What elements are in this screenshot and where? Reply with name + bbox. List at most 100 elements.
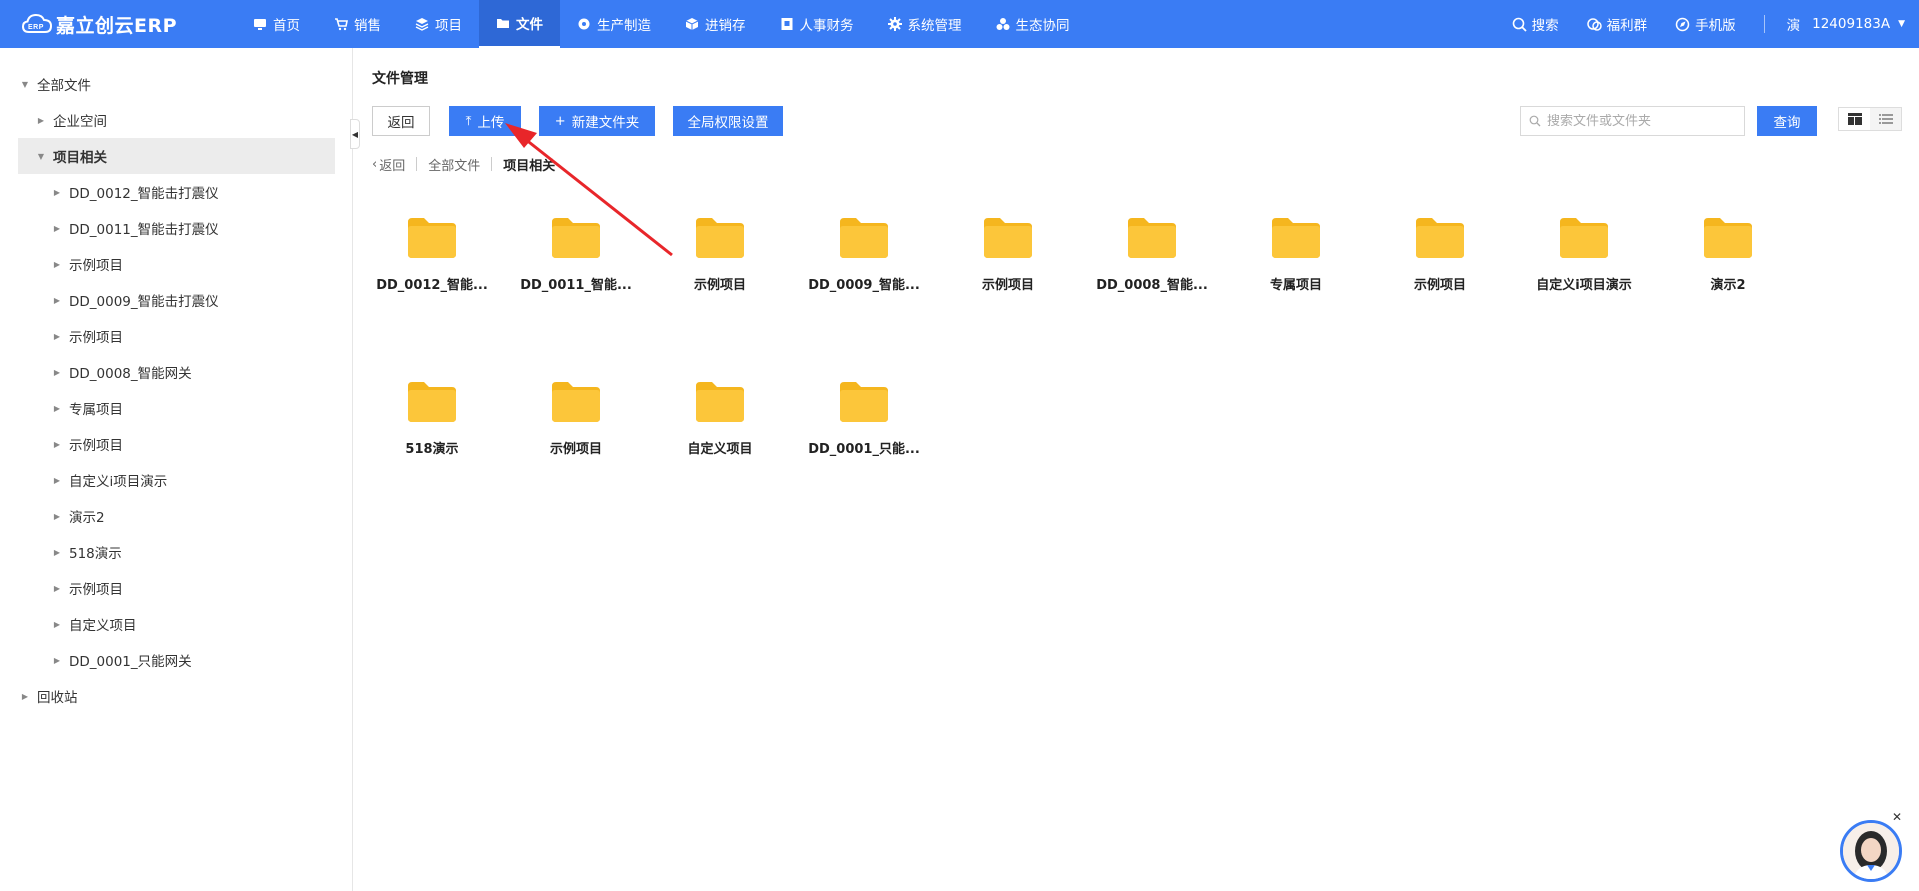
tree-item-project[interactable]: ▶ DD_0008_智能网关: [18, 354, 335, 390]
folder-item[interactable]: DD_0008_智能...: [1092, 216, 1212, 326]
caret-down-icon[interactable]: ▼: [18, 80, 32, 89]
nav-files[interactable]: 文件: [479, 0, 560, 48]
breadcrumb-root[interactable]: 全部文件: [428, 155, 480, 174]
caret-right-icon[interactable]: ▶: [50, 260, 64, 269]
caret-right-icon[interactable]: ▶: [50, 548, 64, 557]
caret-right-icon[interactable]: ▶: [50, 476, 64, 485]
folder-item[interactable]: DD_0012_智能...: [372, 216, 492, 326]
folder-item[interactable]: 示例项目: [1380, 216, 1500, 326]
sidebar-collapse-toggle[interactable]: ◀: [350, 119, 360, 149]
folder-icon: [552, 382, 600, 422]
list-view-button[interactable]: [1870, 108, 1901, 130]
folder-name: 示例项目: [693, 278, 746, 293]
caret-right-icon[interactable]: ▶: [34, 116, 48, 125]
caret-right-icon[interactable]: ▶: [50, 224, 64, 233]
tree-item-project[interactable]: ▶ 专属项目: [18, 390, 335, 426]
tree-item-project[interactable]: ▶ 演示2: [18, 498, 335, 534]
back-button[interactable]: 返回: [372, 106, 430, 136]
nav-label: 销售: [354, 18, 381, 34]
tree-item-recycle-bin[interactable]: ▶ 回收站: [18, 678, 335, 714]
tree-item-project[interactable]: ▶ 自定义i项目演示: [18, 462, 335, 498]
caret-right-icon[interactable]: ▶: [50, 404, 64, 413]
folder-icon: [1704, 218, 1752, 258]
assistant-avatar[interactable]: [1840, 820, 1902, 882]
tree-item-project[interactable]: ▶ DD_0009_智能击打震仪: [18, 282, 335, 318]
nav-project[interactable]: 项目: [398, 0, 479, 48]
nav-hr-finance[interactable]: 人事财务: [763, 0, 871, 48]
caret-right-icon[interactable]: ▶: [50, 368, 64, 377]
tree-label: 演示2: [69, 510, 105, 526]
folder-name: 示例项目: [549, 442, 602, 457]
folder-item[interactable]: 自定义i项目演示: [1524, 216, 1644, 326]
tree-item-project[interactable]: ▶ DD_0001_只能网关: [18, 642, 335, 678]
tree-item-enterprise-space[interactable]: ▶ 企业空间: [18, 102, 335, 138]
caret-right-icon[interactable]: ▶: [50, 620, 64, 629]
close-icon[interactable]: ✕: [1892, 810, 1902, 824]
nav-label: 文件: [516, 17, 543, 33]
mobile-version-button[interactable]: 手机版: [1675, 14, 1736, 34]
upload-icon: ⤒: [465, 113, 472, 129]
tree-item-project[interactable]: ▶ 示例项目: [18, 246, 335, 282]
folder-item[interactable]: DD_0009_智能...: [804, 216, 924, 326]
new-folder-button[interactable]: + 新建文件夹: [539, 106, 655, 136]
user-menu[interactable]: 演 12409183A ▼: [1787, 14, 1905, 34]
monitor-icon: [254, 19, 266, 30]
query-button[interactable]: 查询: [1757, 106, 1817, 136]
global-permissions-button[interactable]: 全局权限设置: [673, 106, 783, 136]
search-input[interactable]: [1547, 113, 1737, 129]
breadcrumb-current: 项目相关: [503, 158, 556, 174]
tree-item-project[interactable]: ▶ 518演示: [18, 534, 335, 570]
folder-icon: [696, 382, 744, 422]
nav-ecosystem[interactable]: 生态协同: [979, 0, 1087, 48]
tree-item-project[interactable]: ▶ DD_0011_智能击打震仪: [18, 210, 335, 246]
app-logo[interactable]: ERP 嘉立创云ERP: [22, 11, 177, 37]
folder-name: DD_0012_智能...: [376, 278, 488, 293]
folder-item[interactable]: DD_0011_智能...: [516, 216, 636, 326]
breadcrumb-back[interactable]: ‹ 返回: [372, 155, 405, 174]
caret-right-icon[interactable]: ▶: [50, 332, 64, 341]
folder-icon: [1272, 218, 1320, 258]
folder-item[interactable]: 自定义项目: [660, 380, 780, 490]
nav-inventory[interactable]: 进销存: [668, 0, 763, 48]
cart-icon: [335, 18, 348, 31]
tree-item-project[interactable]: ▶ 自定义项目: [18, 606, 335, 642]
tree-item-project[interactable]: ▶ 示例项目: [18, 426, 335, 462]
caret-right-icon[interactable]: ▶: [18, 692, 32, 701]
folder-item[interactable]: 示例项目: [516, 380, 636, 490]
folder-name: 演示2: [1710, 278, 1746, 293]
tree-item-project[interactable]: ▶ 示例项目: [18, 570, 335, 606]
nav-system[interactable]: 系统管理: [871, 0, 979, 48]
folder-item[interactable]: 专属项目: [1236, 216, 1356, 326]
welfare-group-button[interactable]: 福利群: [1586, 14, 1647, 34]
folder-item[interactable]: 518演示: [372, 380, 492, 490]
folder-icon: [984, 218, 1032, 258]
nav-manufacturing[interactable]: 生产制造: [560, 0, 668, 48]
folder-name: DD_0001_只能...: [808, 442, 920, 457]
caret-right-icon[interactable]: ▶: [50, 656, 64, 665]
id-card-icon: [781, 18, 792, 30]
tree-item-project[interactable]: ▶ DD_0012_智能击打震仪: [18, 174, 335, 210]
tree-item-all-files[interactable]: ▼ 全部文件: [18, 66, 335, 102]
tree-item-project[interactable]: ▶ 示例项目: [18, 318, 335, 354]
tree-item-project-related[interactable]: ▼ 项目相关: [18, 138, 335, 174]
top-right-tools: 搜索 福利群 手机版 演 12409183A ▼: [1512, 0, 1919, 48]
folder-item[interactable]: DD_0001_只能...: [804, 380, 924, 490]
grid-view-button[interactable]: [1839, 108, 1870, 130]
folder-item[interactable]: 示例项目: [660, 216, 780, 326]
caret-right-icon[interactable]: ▶: [50, 296, 64, 305]
caret-right-icon[interactable]: ▶: [50, 512, 64, 521]
nav-home[interactable]: 首页: [236, 0, 317, 48]
search-button[interactable]: 搜索: [1512, 14, 1559, 34]
nav-label: 生态协同: [1015, 18, 1070, 34]
tree-label: 示例项目: [69, 258, 123, 274]
caret-right-icon[interactable]: ▶: [50, 440, 64, 449]
cloud-logo-icon: ERP: [22, 13, 52, 33]
caret-down-icon[interactable]: ▼: [34, 152, 48, 161]
nav-sales[interactable]: 销售: [317, 0, 398, 48]
upload-button[interactable]: ⤒ 上传: [449, 106, 521, 136]
caret-right-icon[interactable]: ▶: [50, 188, 64, 197]
folder-name: DD_0009_智能...: [808, 278, 920, 293]
folder-item[interactable]: 示例项目: [948, 216, 1068, 326]
folder-item[interactable]: 演示2: [1668, 216, 1788, 326]
caret-right-icon[interactable]: ▶: [50, 584, 64, 593]
